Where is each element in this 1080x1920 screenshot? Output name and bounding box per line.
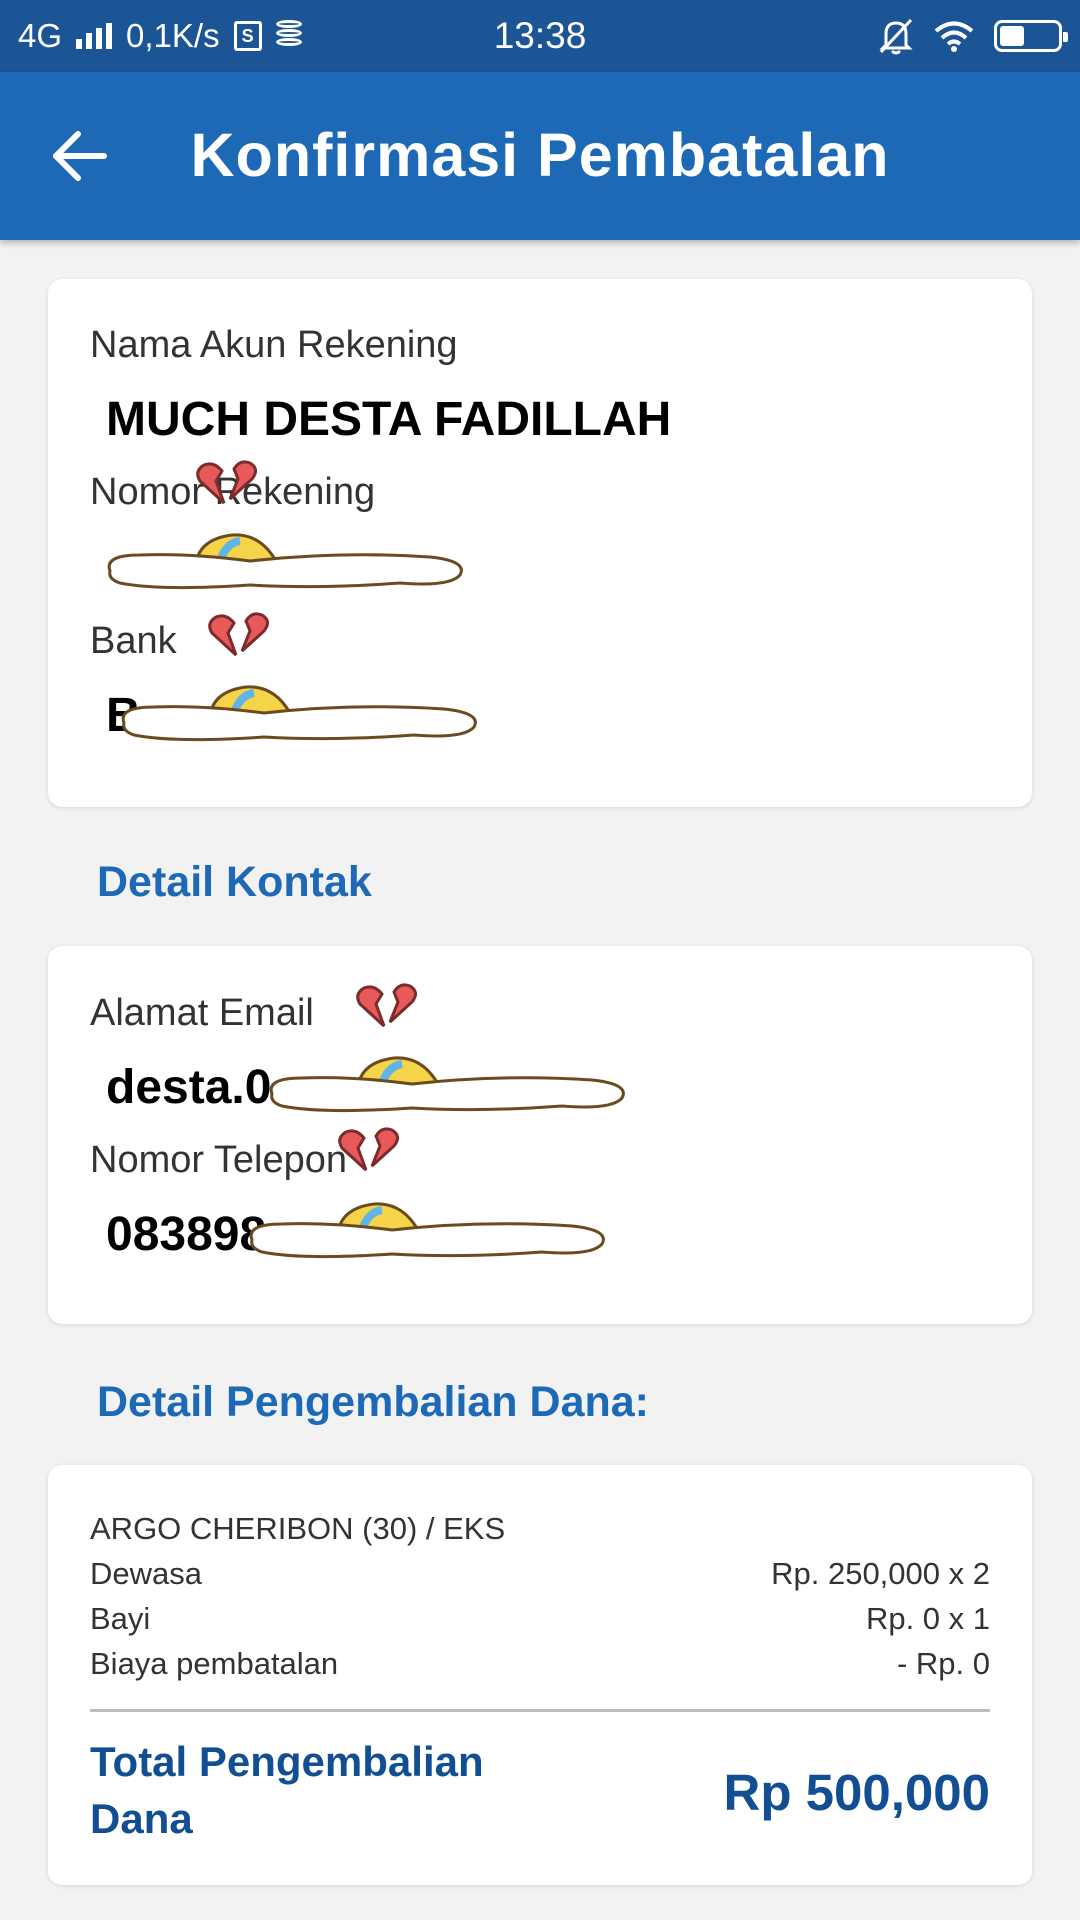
total-refund-label: Total Pengembalian Dana [90,1738,484,1842]
email-label: Alamat Email [90,992,314,1034]
app-bar: Konfirmasi Pembatalan [0,72,1080,240]
refund-section-title: Detail Pengembalian Dana: [97,1378,649,1426]
refund-row-value: Rp. 0 x 1 [865,1601,990,1636]
status-bar: 4G 0,1K/s S 13:38 [0,0,1080,72]
redaction-sticker [249,1202,605,1259]
refund-row-label: Dewasa [90,1556,202,1591]
refund-row-label: Biaya pembatalan [90,1646,339,1681]
contact-section-title: Detail Kontak [97,858,372,906]
refund-row-label: Bayi [90,1601,151,1636]
redaction-sticker [107,533,463,590]
refund-row: Bayi Rp. 0 x 1 [90,1601,990,1641]
account-card: Nama Akun Rekening MUCH DESTA FADILLAH N… [48,279,1032,807]
wifi-icon [934,21,974,52]
divider [90,1709,990,1712]
redaction-sticker [269,1056,625,1113]
phone-label: Nomor Telepon [90,1139,348,1181]
account-name-value: MUCH DESTA FADILLAH [106,393,672,446]
broken-heart-sticker [208,612,269,657]
train-name-text: ARGO CHERIBON (30) / EKS [90,1511,506,1546]
status-right [878,14,1068,58]
mute-bell-icon [879,18,913,55]
total-refund-value: Rp 500,000 [723,1764,990,1821]
email-value: desta.0 [106,1061,272,1114]
battery-icon [994,20,1068,52]
train-name: ARGO CHERIBON (30) / EKS [90,1511,990,1551]
account-name-label: Nama Akun Rekening [90,324,458,366]
refund-card: ARGO CHERIBON (30) / EKS Dewasa Rp. 250,… [48,1465,1032,1885]
refund-row: Dewasa Rp. 250,000 x 2 [90,1556,990,1596]
refund-row-value: - Rp. 0 [896,1646,990,1681]
broken-heart-sticker [356,983,417,1028]
broken-heart-sticker [196,460,257,505]
contact-card: Alamat Email desta.0 Nomor Telepon 08389… [48,946,1032,1324]
broken-heart-sticker [338,1127,399,1172]
refund-row: Biaya pembatalan - Rp. 0 [90,1646,990,1686]
bank-label: Bank [90,620,177,662]
redaction-sticker [121,685,477,742]
page-title: Konfirmasi Pembatalan [190,121,890,189]
refund-row-value: Rp. 250,000 x 2 [771,1556,990,1591]
